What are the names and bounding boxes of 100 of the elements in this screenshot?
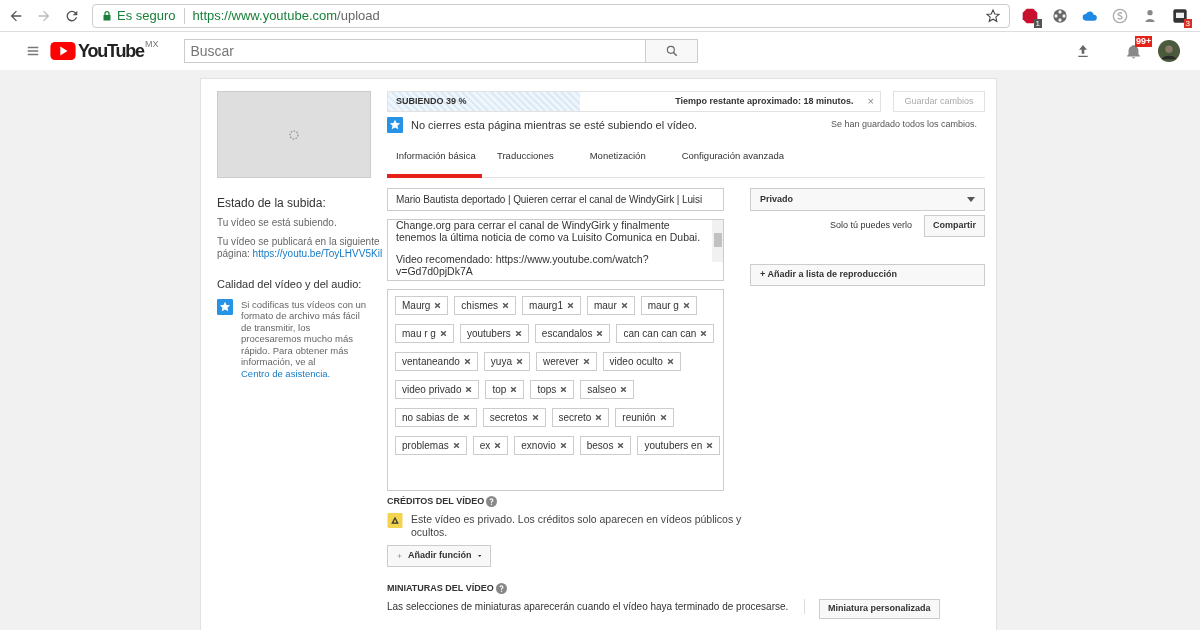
close-button[interactable]: ×	[867, 93, 874, 110]
tag-chip[interactable]: secreto	[551, 408, 610, 427]
security-label: Es seguro	[117, 6, 176, 25]
tag-chip[interactable]: reunión	[615, 408, 674, 427]
tag-chip[interactable]: tops	[530, 380, 575, 399]
tag-chip[interactable]: maur	[586, 296, 635, 315]
privacy-dropdown[interactable]: Privado	[750, 188, 985, 211]
section-heading: MINIATURAS DEL VÍDEO	[387, 581, 494, 595]
help-icon[interactable]	[486, 496, 498, 508]
tag-chip[interactable]: werever	[535, 352, 597, 371]
privacy-note: Solo tú puedes verlo	[829, 219, 912, 233]
remove-icon[interactable]	[439, 330, 447, 337]
scrollbar[interactable]	[712, 220, 723, 262]
remove-icon[interactable]	[452, 442, 460, 449]
remove-icon[interactable]	[531, 414, 539, 421]
tag-chip[interactable]: maurg1	[522, 296, 581, 315]
section-heading: CRÉDITOS DEL VÍDEO	[387, 495, 485, 508]
tag-chip[interactable]: Maurg	[395, 296, 449, 315]
lock-icon	[101, 9, 113, 22]
remove-icon[interactable]	[620, 302, 628, 309]
remove-icon[interactable]	[463, 358, 471, 365]
remove-icon[interactable]	[596, 330, 604, 337]
add-role-button[interactable]: Añadir función	[387, 544, 491, 567]
remove-icon[interactable]	[465, 386, 473, 393]
tag-chip[interactable]: video oculto	[602, 352, 681, 371]
tag-chip[interactable]: ventaneando	[395, 352, 478, 371]
share-button[interactable]: Compartir	[924, 215, 985, 237]
tag-chip[interactable]: no sabias de	[395, 408, 477, 427]
remove-icon[interactable]	[682, 302, 690, 309]
tag-chip[interactable]: youtubers	[459, 324, 529, 343]
caret-icon	[967, 197, 975, 202]
remove-icon[interactable]	[434, 302, 442, 309]
notice-text: No cierres esta página mientras se esté subiendo el vídeo.	[411, 117, 698, 133]
tag-chip[interactable]: besos	[579, 436, 632, 455]
star-icon[interactable]	[985, 7, 1001, 24]
saved-status-text: Se han guardado todos los cambios.	[830, 118, 977, 132]
section-heading: Estado de la subida:	[217, 195, 327, 212]
dark-square-icon[interactable]	[1172, 7, 1188, 24]
warning-icon	[387, 512, 403, 528]
avatar-icon[interactable]	[1158, 40, 1180, 62]
remove-icon[interactable]	[560, 386, 568, 393]
tag-chip[interactable]: escandalos	[534, 324, 611, 343]
tag-chip[interactable]: can can can can	[616, 324, 715, 343]
remove-icon[interactable]	[582, 358, 590, 365]
tag-chip[interactable]: secretos	[482, 408, 546, 427]
remove-icon[interactable]	[462, 414, 470, 421]
tab[interactable]: Configuración avanzada	[672, 144, 794, 178]
remove-icon[interactable]	[559, 442, 567, 449]
add-to-playlist-button[interactable]: + Añadir a lista de reproducción	[750, 264, 985, 286]
youtube-wordmark[interactable]: YouTube	[78, 40, 144, 62]
help-icon[interactable]	[495, 582, 507, 594]
tag-chip[interactable]: yuya	[483, 352, 530, 371]
publish-text: Tu vídeo se publicará en la siguiente página: https://youtu.be/ToyLHVV5Kil	[217, 236, 384, 260]
upload-icon[interactable]	[1075, 43, 1091, 59]
remove-icon[interactable]	[666, 358, 674, 365]
tag-chip[interactable]: exnovio	[514, 436, 574, 455]
title-field[interactable]: Mario Bautista deportado | Quieren cerrar el canal de WindyGirk | Luisi	[387, 188, 724, 211]
tab[interactable]: Información básica	[387, 144, 482, 178]
video-link[interactable]: https://youtu.be/ToyLHVV5Kil	[252, 248, 383, 259]
stop-sign-icon[interactable]	[1022, 7, 1038, 24]
tag-chip[interactable]: mau r g	[395, 324, 454, 343]
remove-icon[interactable]	[700, 330, 708, 337]
remove-icon[interactable]	[515, 358, 523, 365]
tag-chip[interactable]: youtubers en	[637, 436, 721, 455]
remove-icon[interactable]	[502, 302, 510, 309]
address-bar[interactable]: Es seguro https://www.youtube.com/upload	[92, 3, 1010, 28]
description-field[interactable]: Change.org para cerrar el canal de WindyGirk y finalmente tenemos la última noticia de como va Luisito Comunica en Dubai. Video recomendado: https://www.youtube.com/watch?v=Gd7d0pjDk7A	[387, 219, 724, 281]
remove-icon[interactable]	[620, 386, 628, 393]
count-badge: 3	[1183, 18, 1192, 28]
bell-icon[interactable]	[1125, 42, 1142, 60]
tag-chip[interactable]: video privado	[395, 380, 480, 399]
loading-spinner-icon	[288, 128, 300, 141]
tag-chip[interactable]: top	[485, 380, 525, 399]
tags-field[interactable]	[387, 289, 724, 491]
tag-chip[interactable]: salseo	[580, 380, 635, 399]
tag-chip[interactable]: problemas	[395, 436, 467, 455]
tag-chip[interactable]: ex	[472, 436, 509, 455]
help-link[interactable]: Centro de asistencia.	[241, 367, 331, 379]
remove-icon[interactable]	[706, 442, 714, 449]
section-heading: Calidad del vídeo y del audio:	[217, 277, 363, 292]
film-reel-icon[interactable]	[1052, 7, 1068, 24]
tab[interactable]: Traducciones	[488, 144, 563, 178]
custom-thumbnail-button[interactable]: Miniatura personalizada	[819, 599, 940, 619]
menu-icon[interactable]	[26, 44, 40, 58]
play-logo-icon[interactable]	[50, 42, 76, 60]
search-field[interactable]: Buscar	[184, 39, 647, 63]
remove-icon[interactable]	[617, 442, 625, 449]
count-badge: 1	[1033, 18, 1042, 28]
tab[interactable]: Monetización	[580, 144, 655, 178]
remove-icon[interactable]	[494, 442, 502, 449]
description-text: Change.org para cerrar el canal de WindyGirk y finalmente tenemos la última noticia de como va Luisito Comunica en Dubai.	[396, 220, 702, 243]
remove-icon[interactable]	[510, 386, 518, 393]
remove-icon[interactable]	[659, 414, 667, 421]
remove-icon[interactable]	[514, 330, 522, 337]
remove-icon[interactable]	[595, 414, 603, 421]
warning-text: Este vídeo es privado. Los créditos solo aparecen en vídeos públicos y ocultos.	[411, 512, 743, 539]
time-remaining-text: Tiempo restante aproximado: 18 minutos.	[675, 94, 854, 108]
remove-icon[interactable]	[566, 302, 574, 309]
tag-chip[interactable]: chismes	[454, 296, 517, 315]
tag-chip[interactable]: maur g	[640, 296, 697, 315]
